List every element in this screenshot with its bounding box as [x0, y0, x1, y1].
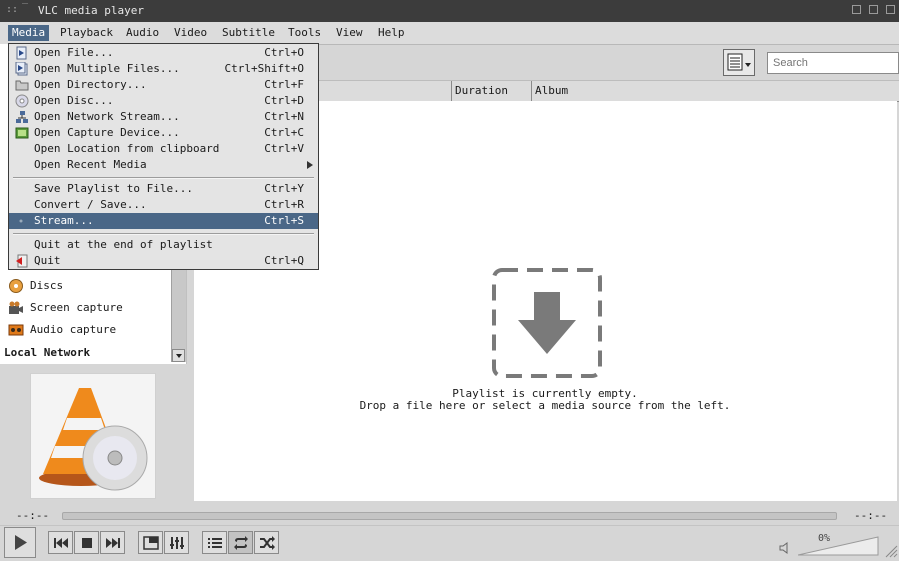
menu-separator — [13, 177, 314, 179]
list-view-icon — [727, 53, 751, 71]
column-album[interactable]: Album — [531, 81, 895, 101]
sidebar-item-discs[interactable]: Discs — [8, 277, 63, 295]
controls-bar — [0, 525, 899, 561]
menu-item-open-capture-device[interactable]: Open Capture Device... Ctrl+C — [9, 125, 318, 141]
stream-icon — [19, 219, 23, 223]
media-menu-dropdown: Open File... Ctrl+O Open Multiple Files..… — [8, 43, 319, 270]
menu-playback[interactable]: Playback — [56, 25, 117, 41]
quit-icon — [16, 254, 28, 268]
close-button[interactable] — [886, 5, 895, 14]
empty-message-line2: Drop a file here or select a media sourc… — [359, 399, 731, 412]
menu-item-quit-end-of-playlist[interactable]: Quit at the end of playlist — [9, 237, 318, 253]
sidebar-item-label: Discs — [30, 279, 64, 292]
total-time[interactable]: --:-- — [854, 509, 887, 522]
playlist-toggle-button[interactable] — [202, 531, 227, 554]
play-button[interactable] — [4, 527, 36, 558]
playlist-view-mode-button[interactable] — [723, 49, 755, 76]
menu-help[interactable]: Help — [374, 25, 409, 41]
menu-subtitle[interactable]: Subtitle — [218, 25, 279, 41]
sidebar-item-label: Screen capture — [30, 301, 123, 314]
folder-icon — [15, 80, 29, 91]
scroll-down-button[interactable] — [172, 349, 185, 362]
capture-icon — [15, 127, 29, 139]
previous-icon — [54, 538, 68, 548]
resize-grip-icon[interactable] — [884, 544, 898, 558]
menu-audio[interactable]: Audio — [122, 25, 163, 41]
disc-icon — [15, 94, 29, 108]
menu-item-stream[interactable]: Stream... Ctrl+S — [9, 213, 318, 229]
previous-button[interactable] — [48, 531, 73, 554]
file-icon — [16, 46, 27, 60]
speaker-muted-icon[interactable] — [778, 541, 794, 555]
next-button[interactable] — [100, 531, 125, 554]
menu-bar: Media Playback Audio Video Subtitle Tool… — [0, 22, 899, 45]
equalizer-icon — [170, 537, 184, 549]
files-icon — [15, 62, 28, 76]
shuffle-icon — [260, 536, 275, 550]
shuffle-button[interactable] — [254, 531, 279, 554]
drop-here-icon — [492, 268, 602, 378]
play-icon — [15, 535, 27, 550]
submenu-arrow-icon — [307, 161, 313, 169]
sidebar-item-screen-capture[interactable]: Screen capture — [8, 299, 123, 317]
search-input[interactable] — [767, 52, 899, 74]
menu-media[interactable]: Media — [8, 25, 50, 41]
disc-icon — [9, 279, 23, 293]
menu-separator — [13, 233, 314, 235]
menu-item-open-multiple-files[interactable]: Open Multiple Files... Ctrl+Shift+O — [9, 61, 318, 77]
sidebar-item-label: Audio capture — [30, 323, 117, 336]
elapsed-time[interactable]: --:-- — [16, 509, 49, 522]
empty-playlist-message: Playlist is currently empty. Drop a file… — [300, 388, 790, 412]
title-bar: :: ‾ VLC media player — [0, 0, 899, 22]
playlist-icon — [208, 538, 222, 548]
minimize-button[interactable] — [852, 5, 861, 14]
vlc-cone-icon — [39, 388, 148, 491]
network-icon — [16, 111, 28, 123]
loop-icon — [234, 536, 248, 550]
window-menu-icon[interactable]: ‾ — [22, 3, 28, 14]
menu-item-open-recent-media[interactable]: Open Recent Media — [9, 157, 318, 173]
menu-item-open-directory[interactable]: Open Directory... Ctrl+F — [9, 77, 318, 93]
menu-view[interactable]: View — [332, 25, 367, 41]
volume-label: 0% — [818, 533, 831, 544]
stop-icon — [82, 538, 92, 548]
column-duration[interactable]: Duration — [451, 81, 531, 101]
menu-item-open-location-clipboard[interactable]: Open Location from clipboard Ctrl+V — [9, 141, 318, 157]
camera-icon — [9, 301, 23, 314]
menu-item-open-disc[interactable]: Open Disc... Ctrl+D — [9, 93, 318, 109]
seek-slider[interactable] — [62, 512, 837, 520]
sidebar-item-audio-capture[interactable]: Audio capture — [8, 321, 116, 339]
menu-tools[interactable]: Tools — [284, 25, 325, 41]
stop-button[interactable] — [74, 531, 99, 554]
extended-settings-button[interactable] — [164, 531, 189, 554]
fullscreen-button[interactable] — [138, 531, 163, 554]
menu-item-quit[interactable]: Quit Ctrl+Q — [9, 253, 318, 269]
menu-video[interactable]: Video — [170, 25, 211, 41]
menu-item-open-file[interactable]: Open File... Ctrl+O — [9, 45, 318, 61]
maximize-button[interactable] — [869, 5, 878, 14]
menu-item-save-playlist[interactable]: Save Playlist to File... Ctrl+Y — [9, 181, 318, 197]
fullscreen-icon — [143, 536, 159, 550]
audio-capture-icon — [8, 324, 24, 336]
album-art — [30, 373, 156, 499]
window-title: VLC media player — [38, 4, 144, 17]
volume-slider[interactable] — [798, 535, 880, 557]
sidebar-section-local-network: Local Network — [4, 346, 91, 359]
window-grip-icon: :: — [6, 4, 19, 15]
menu-item-open-network-stream[interactable]: Open Network Stream... Ctrl+N — [9, 109, 318, 125]
next-icon — [106, 538, 120, 548]
loop-button[interactable] — [228, 531, 253, 554]
menu-item-convert-save[interactable]: Convert / Save... Ctrl+R — [9, 197, 318, 213]
